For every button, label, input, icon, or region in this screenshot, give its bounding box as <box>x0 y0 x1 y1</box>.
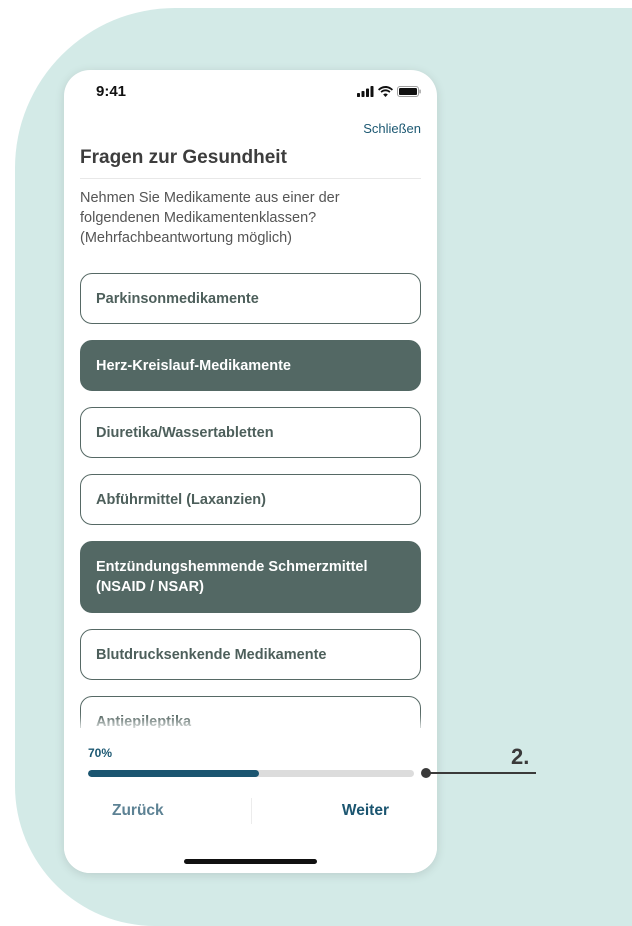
option-parkinsonmedikamente[interactable]: Parkinsonmedikamente <box>80 273 421 324</box>
canvas: 9:41 Schließen Fragen zur Gesundheit Neh… <box>0 0 632 926</box>
option-label: Herz-Kreislauf-Medikamente <box>96 357 291 374</box>
phone-screen: 9:41 Schließen Fragen zur Gesundheit Neh… <box>64 70 437 873</box>
option-label: Abführmittel (Laxanzien) <box>96 491 266 508</box>
option-label: Diuretika/Wassertabletten <box>96 424 274 441</box>
annotation-label: 2. <box>511 744 530 769</box>
status-time: 9:41 <box>96 83 127 100</box>
progress-fill <box>88 770 260 777</box>
annotation-dot <box>421 768 431 778</box>
bottom-panel: 70% Zurück Weiter <box>64 728 437 873</box>
wifi-icon <box>378 85 393 97</box>
option-diuretika[interactable]: Diuretika/Wassertabletten <box>80 407 421 458</box>
title-divider <box>80 178 421 179</box>
home-indicator <box>184 859 317 864</box>
status-bar: 9:41 <box>64 70 437 114</box>
battery-icon <box>397 85 421 97</box>
signal-icon <box>357 85 374 97</box>
option-label: Blutdrucksenkende Medikamente <box>96 646 327 663</box>
nav-divider <box>251 798 252 824</box>
back-button[interactable]: Zurück <box>112 802 164 820</box>
question-text: Nehmen Sie Medikamente aus einer der fol… <box>80 190 340 246</box>
option-blutdrucksenkende-medikamente[interactable]: Blutdrucksenkende Medikamente <box>80 629 421 680</box>
options-list: Parkinsonmedikamente Herz-Kreislauf-Medi… <box>80 273 421 763</box>
annotation-line <box>426 772 536 774</box>
progress-bar <box>88 770 414 777</box>
option-abfuehrmittel[interactable]: Abführmittel (Laxanzien) <box>80 474 421 525</box>
progress-label: 70% <box>88 746 113 760</box>
next-button[interactable]: Weiter <box>342 802 389 820</box>
option-nsaid[interactable]: Entzündungshemmende Schmerzmittel (NSAID… <box>80 541 421 613</box>
option-label: Parkinsonmedikamente <box>96 290 259 307</box>
option-label: Entzündungshemmende Schmerzmittel (NSAID… <box>96 559 368 595</box>
close-button[interactable]: Schließen <box>363 121 421 136</box>
page-title: Fragen zur Gesundheit <box>80 147 287 168</box>
status-icons <box>357 85 421 97</box>
option-herz-kreislauf-medikamente[interactable]: Herz-Kreislauf-Medikamente <box>80 340 421 391</box>
